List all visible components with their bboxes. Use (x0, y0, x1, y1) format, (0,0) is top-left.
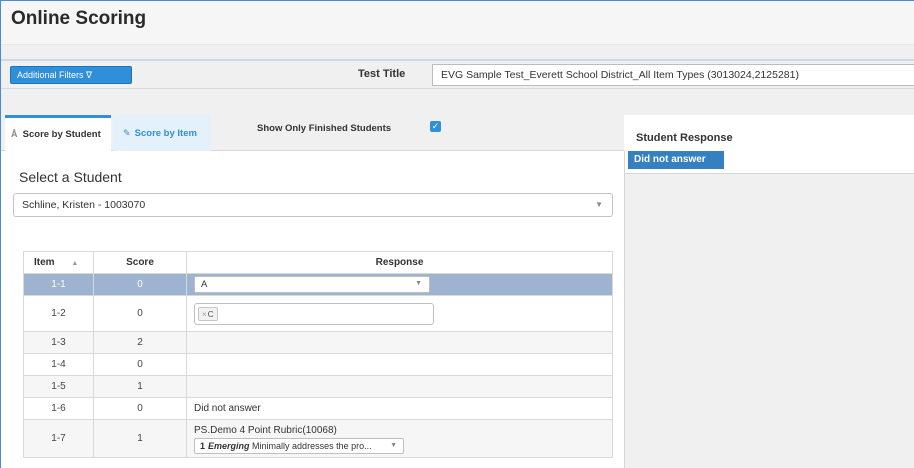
score-cell: 0 (93, 353, 187, 376)
rubric-title: PS.Demo 4 Point Rubric(10068) (194, 425, 337, 436)
tab-score-by-student[interactable]: Å Score by Student (5, 115, 111, 151)
rubric-level: 1 (200, 441, 206, 451)
online-scoring-page: Online Scoring Additional Filters ∇ Test… (0, 0, 914, 468)
rubric-level-text: Minimally addresses the pro... (252, 441, 372, 451)
additional-filters-label: Additional Filters (17, 70, 84, 80)
student-response-label: Student Response (636, 132, 733, 144)
item-column-header[interactable]: Item ▲ (23, 251, 94, 274)
response-cell (186, 331, 613, 354)
rubric-level-name: Emerging (208, 441, 250, 451)
title-bar: Online Scoring (1, 1, 914, 45)
item-cell: 1-5 (23, 375, 94, 398)
tab-label: Score by Student (22, 129, 101, 140)
response-cell: ×C (186, 295, 613, 332)
select-student-label: Select a Student (19, 169, 122, 185)
response-select-value: A (201, 279, 208, 290)
response-multiselect[interactable]: ×C (194, 302, 434, 325)
sort-up-icon[interactable]: ▲ (71, 260, 78, 267)
score-cell: 0 (93, 295, 187, 332)
page-title: Online Scoring (11, 8, 147, 29)
score-cell: 2 (93, 331, 187, 354)
user-icon: Å (11, 129, 18, 139)
score-cell: 0 (93, 397, 187, 420)
student-select[interactable]: Schline, Kristen - 1003070 ▼ (13, 193, 613, 217)
score-cell: 0 (93, 273, 187, 296)
score-column-header[interactable]: Score (93, 251, 187, 274)
item-cell: 1-7 (23, 419, 94, 458)
show-only-finished-checkbox[interactable]: ✓ (430, 121, 441, 132)
response-cell (186, 375, 613, 398)
additional-filters-button[interactable]: Additional Filters ∇ (10, 66, 132, 84)
response-chip[interactable]: ×C (198, 306, 218, 321)
response-column-header: Response (186, 251, 613, 274)
response-cell: Did not answer (186, 397, 613, 420)
item-header-label: Item (34, 257, 55, 268)
chevron-down-icon: ▼ (390, 442, 397, 449)
table-row[interactable]: 1-3 2 (23, 331, 613, 354)
test-title-label: Test Title (358, 68, 406, 80)
response-select[interactable]: A ▼ (194, 276, 430, 293)
show-only-finished-label: Show Only Finished Students (257, 123, 392, 134)
student-response-header: Student Response Did not answer (624, 115, 914, 173)
score-cell: 1 (93, 375, 187, 398)
item-cell: 1-2 (23, 295, 94, 332)
filter-bar: Additional Filters ∇ Test Title EVG Samp… (1, 59, 914, 89)
filter-band (1, 45, 914, 59)
chevron-down-icon: ▼ (595, 200, 603, 209)
scoring-table: Item ▲ Score Response 1-1 0 A ▼ 1-2 0 ×C… (23, 251, 613, 458)
item-cell: 1-4 (23, 353, 94, 376)
table-row[interactable]: 1-6 0 Did not answer (23, 397, 613, 420)
response-cell: A ▼ (186, 273, 613, 296)
student-select-value: Schline, Kristen - 1003070 (22, 199, 146, 211)
table-row[interactable]: 1-2 0 ×C (23, 295, 613, 332)
rubric-select[interactable]: 1 Emerging Minimally addresses the pro...… (194, 438, 404, 454)
response-cell (186, 353, 613, 376)
table-row[interactable]: 1-7 1 PS.Demo 4 Point Rubric(10068) 1 Eme… (23, 419, 613, 458)
table-row[interactable]: 1-5 1 (23, 375, 613, 398)
item-cell: 1-1 (23, 273, 94, 296)
table-row[interactable]: 1-4 0 (23, 353, 613, 376)
item-cell: 1-3 (23, 331, 94, 354)
remove-icon[interactable]: × (202, 310, 207, 319)
table-row[interactable]: 1-1 0 A ▼ (23, 273, 613, 296)
test-title-field[interactable]: EVG Sample Test_Everett School District_… (432, 64, 914, 86)
item-cell: 1-6 (23, 397, 94, 420)
did-not-answer-badge: Did not answer (628, 151, 724, 169)
chip-label: C (207, 308, 214, 319)
filter-icon: ∇ (86, 70, 93, 80)
table-header-row: Item ▲ Score Response (23, 251, 613, 274)
chevron-down-icon: ▼ (415, 280, 422, 287)
gap-band (1, 89, 914, 115)
score-cell: 1 (93, 419, 187, 458)
student-response-panel (624, 173, 914, 468)
tab-label: Score by Item (134, 128, 197, 139)
response-cell: PS.Demo 4 Point Rubric(10068) 1 Emerging … (186, 419, 613, 458)
tab-score-by-item[interactable]: ✎ Score by Item (113, 115, 211, 151)
pencil-icon: ✎ (123, 128, 131, 138)
